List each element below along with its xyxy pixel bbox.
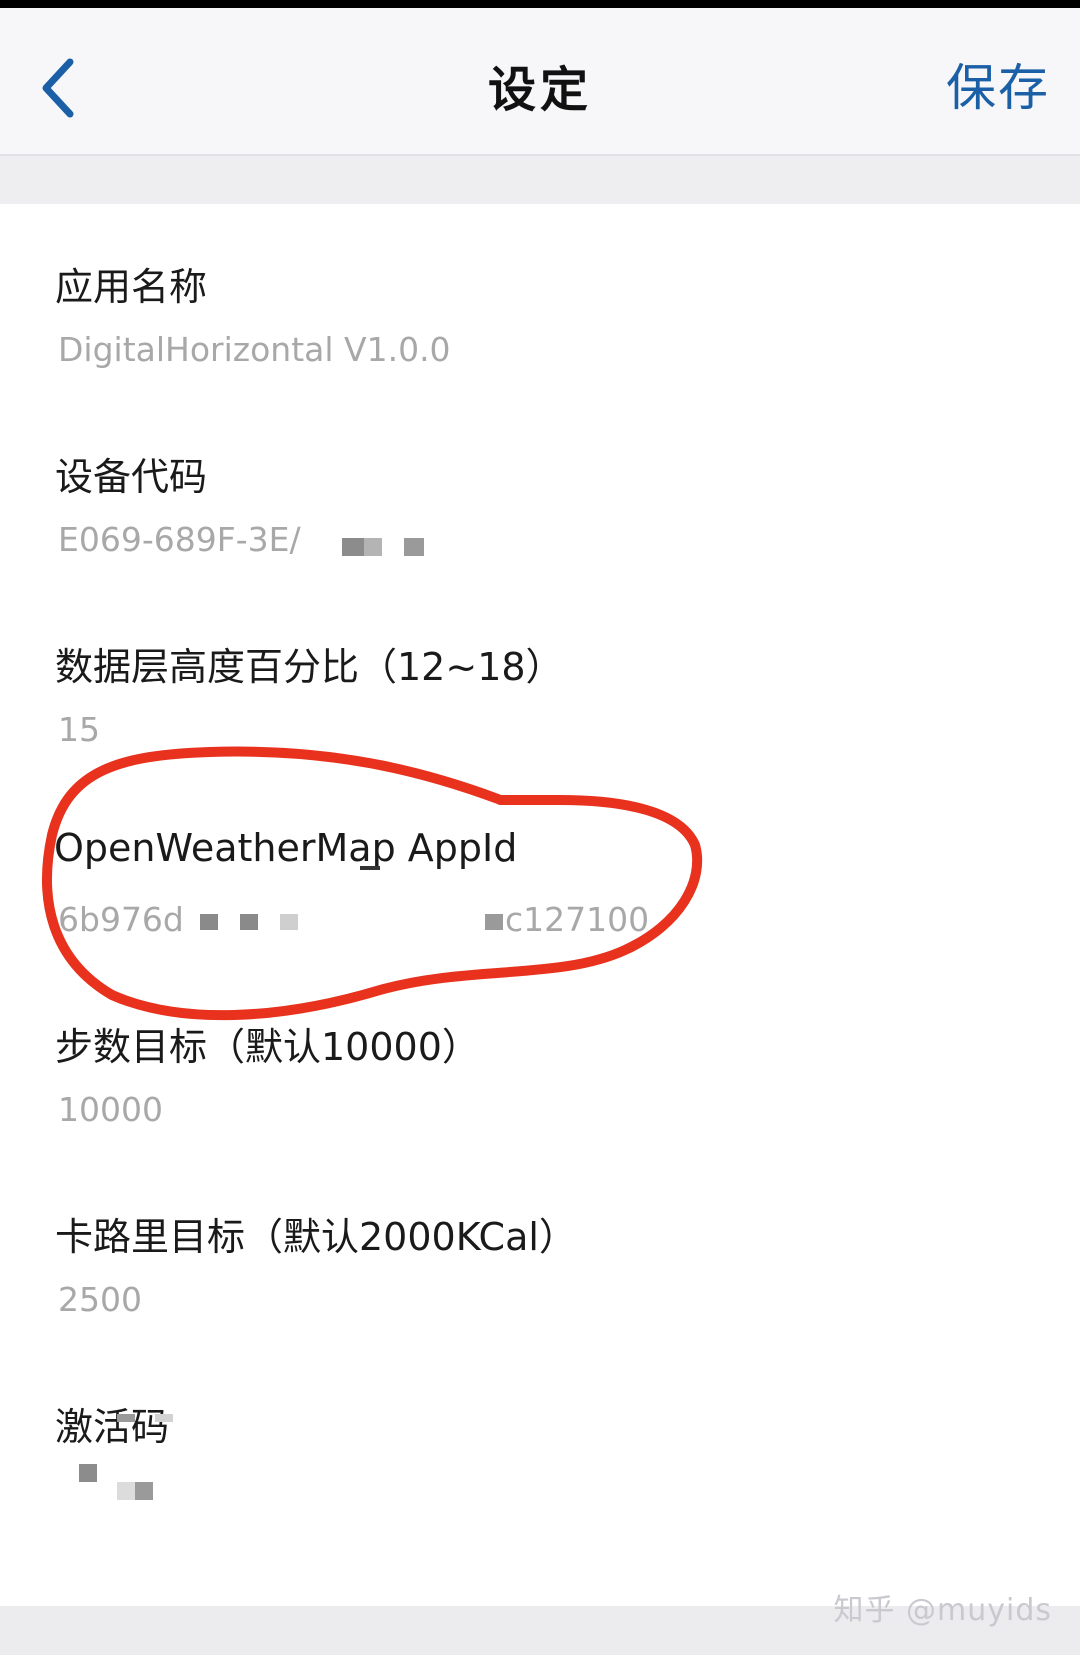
field-calorie-goal: 卡路里目标（默认2000KCal） <box>55 1154 1035 1334</box>
redaction-mosaic <box>342 538 364 556</box>
field-activation-code: 激活码 <box>55 1344 1035 1524</box>
watermark: 知乎 @muyids <box>833 1593 1052 1628</box>
openweathermap-appid-input[interactable] <box>58 900 188 939</box>
activation-code-input[interactable] <box>58 1470 958 1509</box>
redaction-mosaic <box>240 914 258 930</box>
calorie-goal-input[interactable] <box>58 1280 958 1319</box>
field-app-name: 应用名称 <box>55 204 1035 384</box>
field-step-goal: 步数目标（默认10000） <box>55 964 1035 1144</box>
redaction-mosaic <box>280 914 298 930</box>
redaction-mosaic <box>135 1482 153 1500</box>
appid-value-tail: c127100 <box>505 900 650 939</box>
field-label: 数据层高度百分比（12~18） <box>55 645 564 689</box>
redaction-mosaic <box>364 538 382 556</box>
field-openweathermap-appid: OpenWeatherMap AppId c127100 <box>54 774 1035 954</box>
step-goal-input[interactable] <box>58 1090 958 1129</box>
data-layer-height-input[interactable] <box>58 710 958 749</box>
save-button[interactable]: 保存 <box>946 48 1050 120</box>
redaction-mosaic <box>79 1464 97 1482</box>
field-data-layer-height: 数据层高度百分比（12~18） <box>55 584 1035 764</box>
navigation-bar: 设定 保存 <box>0 8 1080 156</box>
field-label: 激活码 <box>55 1405 170 1449</box>
redaction-mosaic <box>200 914 218 930</box>
app-name-input[interactable] <box>58 330 958 369</box>
page-title: 设定 <box>487 62 592 118</box>
redaction-mosaic <box>404 538 424 556</box>
device-code-input[interactable] <box>58 520 958 559</box>
field-label: OpenWeatherMap AppId <box>54 826 518 870</box>
field-device-code: 设备代码 <box>55 394 1035 574</box>
field-label: 卡路里目标（默认2000KCal） <box>55 1215 577 1259</box>
settings-form: 应用名称 设备代码 数据层高度百分比（12~18） OpenWeatherMap… <box>0 204 1080 1606</box>
redaction-mosaic <box>117 1414 135 1422</box>
status-strip <box>0 0 1080 8</box>
redaction-mosaic <box>360 866 380 870</box>
field-label: 应用名称 <box>55 265 208 309</box>
redaction-mosaic <box>117 1482 135 1500</box>
section-gap <box>0 156 1080 204</box>
redaction-mosaic <box>485 914 503 930</box>
field-label: 设备代码 <box>55 455 208 499</box>
field-label: 步数目标（默认10000） <box>55 1025 480 1069</box>
redaction-mosaic <box>155 1414 173 1422</box>
